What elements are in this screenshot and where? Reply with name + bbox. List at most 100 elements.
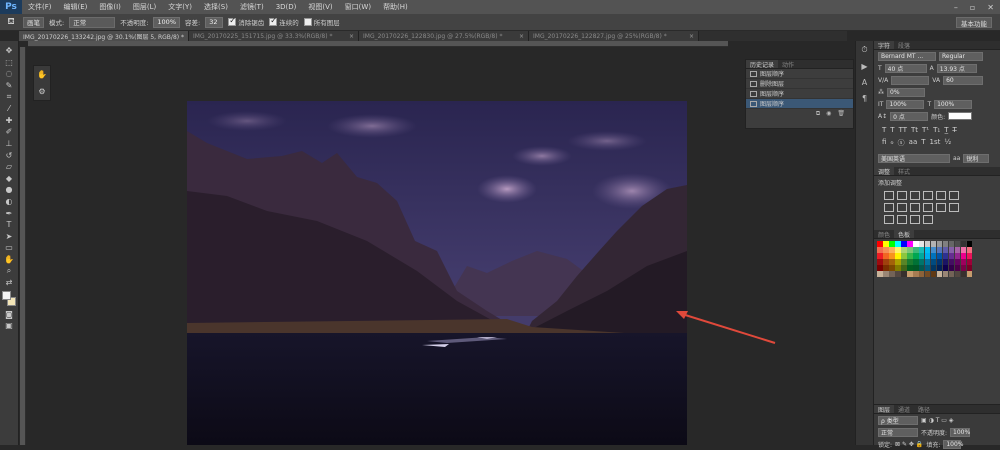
hand-tool-icon[interactable]: ✋ bbox=[2, 254, 16, 266]
swatch-cell[interactable] bbox=[954, 264, 961, 271]
swatch-cell[interactable] bbox=[948, 241, 955, 247]
tab-history[interactable]: 历史记录 bbox=[746, 60, 779, 69]
menu-image[interactable]: 图像(I) bbox=[93, 2, 127, 12]
path-select-tool-icon[interactable]: ➤ bbox=[2, 231, 16, 243]
swatch-cell[interactable] bbox=[942, 270, 949, 277]
new-document-from-state-icon[interactable]: ⧉ bbox=[816, 110, 820, 118]
menu-window[interactable]: 窗口(W) bbox=[339, 2, 377, 12]
swatch-cell[interactable] bbox=[966, 241, 973, 247]
swatch-cell[interactable] bbox=[954, 270, 961, 277]
faux-bold-icon[interactable]: T bbox=[882, 126, 886, 134]
swatch-cell[interactable] bbox=[877, 241, 883, 247]
swatch-cell[interactable] bbox=[960, 270, 967, 277]
swatch-cell[interactable] bbox=[888, 252, 895, 259]
doc-tab-2[interactable]: IMG_20170225_151715.jpg @ 33.3%(RGB/8) *… bbox=[189, 31, 359, 41]
black-white-icon[interactable] bbox=[897, 203, 907, 212]
move-tool-icon[interactable]: ✥ bbox=[2, 45, 16, 57]
swatch-cell[interactable] bbox=[948, 270, 955, 277]
swatch-cell[interactable] bbox=[894, 258, 901, 265]
paint-bucket-icon[interactable]: ⛾ bbox=[4, 16, 18, 28]
swatch-cell[interactable] bbox=[882, 270, 889, 277]
exposure-icon[interactable] bbox=[923, 191, 933, 200]
swatch-cell[interactable] bbox=[900, 246, 907, 253]
swatch-cell[interactable] bbox=[942, 252, 949, 259]
swatch-cell[interactable] bbox=[882, 252, 889, 259]
swatch-cell[interactable] bbox=[918, 270, 925, 277]
tab-color[interactable]: 颜色 bbox=[874, 230, 894, 239]
swatch-cell[interactable] bbox=[894, 270, 901, 277]
swatch-cell[interactable] bbox=[918, 252, 925, 259]
menu-file[interactable]: 文件(F) bbox=[22, 2, 58, 12]
layer-filter-kind[interactable]: ρ 类型 bbox=[878, 415, 918, 425]
contiguous-checkbox[interactable]: 连续的 bbox=[269, 16, 299, 27]
alternates-icon[interactable]: aa bbox=[909, 138, 918, 148]
swatch-cell[interactable] bbox=[954, 252, 961, 259]
swatch-cell[interactable] bbox=[936, 270, 943, 277]
swatch-cell[interactable] bbox=[960, 246, 967, 253]
quick-mask-icon[interactable]: ◙ bbox=[2, 308, 16, 320]
tab-actions[interactable]: 动作 bbox=[778, 60, 798, 69]
swatch-cell[interactable] bbox=[906, 246, 913, 253]
swatch-cell[interactable] bbox=[900, 264, 907, 271]
swatch-cell[interactable] bbox=[882, 241, 889, 247]
swatch-cell[interactable] bbox=[918, 241, 925, 247]
swatch-cell[interactable] bbox=[888, 264, 895, 271]
pen-tool-icon[interactable]: ✒ bbox=[2, 207, 16, 219]
swatch-cell[interactable] bbox=[960, 264, 967, 271]
swatch-cell[interactable] bbox=[906, 241, 913, 247]
dodge-tool-icon[interactable]: ◐ bbox=[2, 196, 16, 208]
tab-styles[interactable]: 样式 bbox=[894, 167, 914, 176]
subscript-icon[interactable]: T₁ bbox=[933, 126, 940, 134]
swatch-cell[interactable] bbox=[930, 258, 937, 265]
workspace-select[interactable]: 基本功能 bbox=[956, 17, 992, 28]
antialias-checkbox[interactable]: 消除锯齿 bbox=[228, 16, 264, 27]
swatch-cell[interactable] bbox=[912, 258, 919, 265]
swatch-cell[interactable] bbox=[948, 252, 955, 259]
fill-field[interactable]: 100% bbox=[943, 439, 964, 449]
swatch-cell[interactable] bbox=[906, 252, 913, 259]
swatch-cell[interactable] bbox=[942, 241, 949, 247]
lock-icons[interactable]: ⊠ ✎ ✥ 🔒 bbox=[895, 441, 923, 448]
all-layers-checkbox[interactable]: 所有图层 bbox=[303, 17, 340, 27]
swatch-cell[interactable] bbox=[900, 270, 907, 277]
paragraph-icon[interactable]: ¶ bbox=[862, 94, 867, 103]
fractions-icon[interactable]: ½ bbox=[944, 138, 951, 148]
history-item[interactable]: 图层顺序 bbox=[746, 89, 853, 99]
font-style-select[interactable]: Regular bbox=[939, 51, 983, 61]
blend-mode-select[interactable]: 正常 bbox=[878, 427, 918, 437]
swatch-cell[interactable] bbox=[877, 252, 883, 259]
swatch-cell[interactable] bbox=[906, 270, 913, 277]
swatch-cell[interactable] bbox=[936, 241, 943, 247]
document-image[interactable] bbox=[187, 101, 687, 445]
tracking-field[interactable]: 60 bbox=[943, 75, 984, 85]
swatch-cell[interactable] bbox=[930, 252, 937, 259]
color-swatches[interactable] bbox=[1, 290, 17, 308]
tab-channels[interactable]: 通道 bbox=[894, 405, 914, 414]
swatch-cell[interactable] bbox=[882, 258, 889, 265]
settings-icon[interactable]: ⚙ bbox=[38, 87, 45, 96]
tab-paths[interactable]: 路径 bbox=[914, 405, 934, 414]
blur-tool-icon[interactable]: ● bbox=[2, 184, 16, 196]
horizontal-scale-field[interactable]: 100% bbox=[934, 99, 973, 109]
swatch-cell[interactable] bbox=[912, 241, 919, 247]
invert-icon[interactable] bbox=[949, 203, 959, 212]
swatch-cell[interactable] bbox=[930, 241, 937, 247]
history-item[interactable]: 图层顺序 bbox=[746, 69, 853, 79]
swatch-cell[interactable] bbox=[900, 241, 907, 247]
menu-3d[interactable]: 3D(D) bbox=[270, 3, 303, 11]
ligature-icon[interactable]: fi bbox=[882, 138, 886, 148]
leading-field[interactable]: 13.93 点 bbox=[936, 63, 977, 73]
screen-mode-icon[interactable]: ▣ bbox=[2, 320, 16, 332]
tab-paragraph[interactable]: 段落 bbox=[894, 41, 914, 50]
swatch-cell[interactable] bbox=[942, 246, 949, 253]
history-item-selected[interactable]: 图层顺序 bbox=[746, 99, 853, 109]
brightness-contrast-icon[interactable] bbox=[884, 191, 894, 200]
swatch-cell[interactable] bbox=[906, 258, 913, 265]
swatch-cell[interactable] bbox=[948, 264, 955, 271]
minimize-icon[interactable]: – bbox=[954, 3, 958, 12]
close-tab-icon[interactable]: × bbox=[345, 33, 354, 40]
levels-icon[interactable] bbox=[897, 191, 907, 200]
shape-tool-icon[interactable]: ▭ bbox=[2, 242, 16, 254]
swash-icon[interactable]: ⓢ bbox=[898, 138, 905, 148]
swatch-cell[interactable] bbox=[918, 258, 925, 265]
